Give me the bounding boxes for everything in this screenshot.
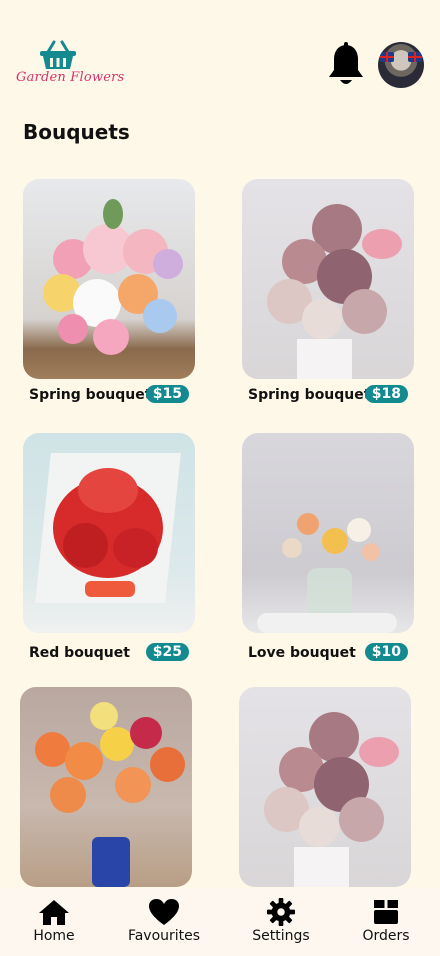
product-name: Red bouquet xyxy=(29,645,130,661)
avatar[interactable] xyxy=(378,42,424,88)
heart-icon xyxy=(149,899,179,925)
product-name: Spring bouquet xyxy=(248,387,371,403)
price-badge: $10 xyxy=(364,643,408,661)
flag-icon xyxy=(408,52,422,62)
nav-label: Settings xyxy=(252,928,310,944)
nav-label: Home xyxy=(33,928,75,944)
nav-item-orders[interactable]: Orders xyxy=(336,898,436,944)
home-icon xyxy=(39,900,69,925)
page-title: Bouquets xyxy=(23,120,130,144)
app-logo[interactable]: Garden Flowers xyxy=(16,40,125,90)
product-image xyxy=(239,687,411,887)
nav-item-home[interactable]: Home xyxy=(4,898,104,944)
product-card[interactable] xyxy=(239,687,429,887)
logo-text: Garden Flowers xyxy=(16,70,125,85)
nav-item-favourites[interactable]: Favourites xyxy=(114,898,214,944)
app-header: Garden Flowers xyxy=(0,0,440,110)
price-badge: $18 xyxy=(364,385,408,403)
price-badge: $25 xyxy=(145,643,189,661)
product-image xyxy=(23,179,195,379)
product-card[interactable]: Red bouquet $25 xyxy=(23,433,213,661)
box-icon xyxy=(374,900,398,924)
basket-icon xyxy=(40,40,76,69)
product-image xyxy=(20,687,192,887)
nav-label: Favourites xyxy=(127,928,201,944)
flag-icon xyxy=(380,52,394,62)
nav-label: Orders xyxy=(362,928,410,944)
product-card[interactable]: Love bouquet $10 xyxy=(242,433,432,661)
product-card[interactable] xyxy=(20,687,210,887)
product-image xyxy=(23,433,195,633)
product-image xyxy=(242,433,414,633)
price-badge: $15 xyxy=(145,385,189,403)
product-name: Love bouquet xyxy=(248,645,356,661)
bell-icon[interactable] xyxy=(327,42,365,88)
product-card[interactable]: Spring bouquet $18 xyxy=(242,179,432,403)
gear-icon xyxy=(267,898,295,926)
product-name: Spring bouquet xyxy=(29,387,152,403)
nav-item-settings[interactable]: Settings xyxy=(231,898,331,944)
product-image xyxy=(242,179,414,379)
bottom-nav: Home Favourites Settings Orders xyxy=(0,888,440,956)
product-card[interactable]: Spring bouquet $15 xyxy=(23,179,213,403)
